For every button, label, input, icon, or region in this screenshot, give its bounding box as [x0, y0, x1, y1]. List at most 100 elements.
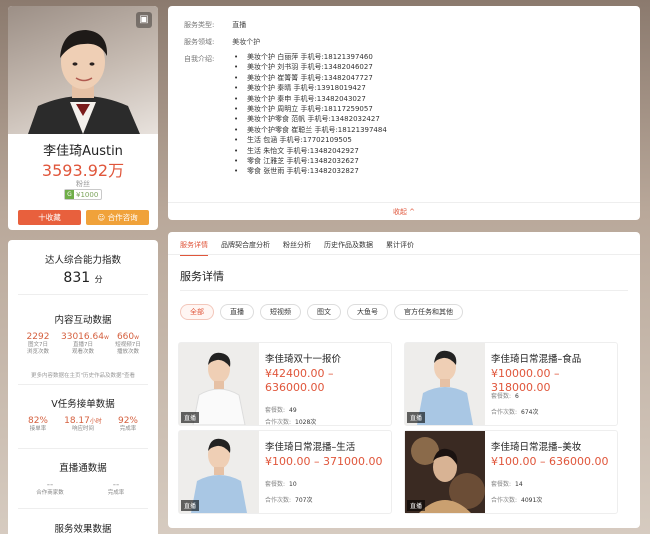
stat-value: --	[112, 480, 120, 490]
fans-label: 粉丝	[76, 180, 90, 188]
service-type-value: 直播	[232, 21, 247, 29]
package-price: ¥100.00 – 636000.00	[491, 455, 609, 468]
stat-cell: -- 合作商家数	[28, 480, 72, 497]
profile-photo: ▣	[8, 6, 158, 134]
divider	[18, 294, 148, 295]
intro-list: 美妆个护 白丽萍 手机号:18121397460 美妆个护 刘书羽 手机号:13…	[232, 52, 387, 177]
divider	[18, 384, 148, 385]
stat-value: 2292	[26, 332, 50, 342]
package-title: 李佳琦日常混播–食品	[491, 354, 582, 365]
package-tag: 直播	[407, 500, 426, 511]
favorite-button[interactable]: 十收藏	[18, 210, 81, 225]
stat-label: 合作商家数	[36, 490, 64, 496]
stat-cell: 660w 短视频7日 播放次数	[106, 332, 150, 356]
stat-cell: 33016.64w 直播7日 观看次数	[61, 332, 109, 355]
package-thumbnail: 直播	[405, 343, 485, 425]
package-tag: 直播	[181, 412, 200, 423]
package-meal: 套餐数: 10	[265, 481, 297, 488]
divider	[18, 448, 148, 449]
profile-card: ▣ 李佳琦Austin 3593.92万 粉丝 G ¥1000 十收藏 ☺ 合作…	[8, 6, 158, 230]
fans-count: 3593.92万	[41, 161, 125, 180]
package-title: 李佳琦日常混播–生活	[265, 442, 356, 453]
package-meal: 套餐数: 6	[491, 393, 519, 400]
stat-cell: 2292 图文7日 浏览次数	[16, 332, 60, 356]
interaction-title: 内容互动数据	[54, 315, 112, 326]
package-coop: 合作次数: 707次	[265, 497, 313, 504]
intro-item: 美妆个护 刘书羽 手机号:13482046027	[232, 62, 387, 72]
intro-label: 自我介绍:	[184, 55, 215, 63]
filter-dayu[interactable]: 大鱼号	[347, 304, 388, 320]
coop-consult-button[interactable]: ☺ 合作咨询	[86, 210, 149, 225]
intro-item: 美妆个护 崔箐箐 手机号:13482047727	[232, 73, 387, 83]
intro-item: 美妆个护零食 范帆 手机号:13482032427	[232, 114, 387, 124]
divider	[168, 254, 640, 255]
coop-button-label: 合作咨询	[107, 213, 138, 222]
collapse-button[interactable]: 收起 ^	[168, 202, 640, 217]
share-icon[interactable]: ▣	[136, 12, 152, 28]
stats-panel: 达人综合能力指数 831 分 内容互动数据 2292 图文7日 浏览次数 330…	[8, 240, 158, 534]
service-type-row: 服务类型: 直播	[184, 20, 246, 30]
price-badge-value: ¥1000	[76, 190, 99, 199]
package-thumbnail: 直播	[405, 431, 485, 513]
package-card[interactable]: 直播 李佳琦双十一报价 ¥42400.00 – 636000.00 套餐数: 49…	[178, 342, 392, 426]
stat-label: 浏览次数	[26, 349, 49, 355]
filter-all[interactable]: 全部	[180, 304, 214, 320]
stat-cell: 92% 完成率	[106, 416, 150, 433]
service-field-label: 服务领域:	[184, 38, 215, 46]
intro-item: 零食 江雅芝 手机号:13482032627	[232, 156, 387, 166]
intro-item: 美妆个护 秦申 手机号:13482043027	[232, 94, 387, 104]
interaction-note: 更多内容数据在主页"历史作品及数据"查看	[30, 373, 136, 379]
stat-value: 33016.64	[61, 332, 104, 342]
price-badge: G ¥1000	[64, 189, 102, 200]
intro-item: 美妆个护 白丽萍 手机号:18121397460	[232, 52, 387, 62]
stat-label: 观看次数	[71, 349, 94, 355]
task-stats: 82% 接单率 18.17小时 响应时间 92% 完成率	[16, 416, 150, 433]
filter-official[interactable]: 官方任务和其他	[394, 304, 463, 320]
ability-title: 达人综合能力指数	[44, 255, 121, 266]
stat-value: --	[46, 480, 54, 490]
package-meal: 套餐数: 49	[265, 407, 297, 414]
package-price: ¥100.00 – 371000.00	[265, 455, 383, 468]
info-card: 服务类型: 直播 服务领域: 美妆个护 自我介绍: 美妆个护 白丽萍 手机号:1…	[168, 6, 640, 220]
section-title: 服务详情	[180, 270, 224, 283]
stat-label: 图文7日	[28, 342, 48, 348]
package-tag: 直播	[407, 412, 426, 423]
package-coop: 合作次数: 1028次	[265, 419, 317, 426]
intro-item: 美妆个护零食 崔聪兰 手机号:18121397484	[232, 125, 387, 135]
stat-label: 接单率	[29, 426, 47, 432]
package-card[interactable]: 直播 李佳琦日常混播–食品 ¥10000.00 – 318000.00 套餐数:…	[404, 342, 618, 426]
stat-value: 660	[116, 332, 135, 342]
filter-live[interactable]: 直播	[220, 304, 254, 320]
service-field-value: 美妆个护	[232, 38, 261, 46]
service-field-row: 服务领域: 美妆个护	[184, 37, 260, 47]
filter-short-video[interactable]: 短视频	[260, 304, 301, 320]
stat-label: 完成率	[119, 426, 137, 432]
interaction-stats: 2292 图文7日 浏览次数 33016.64w 直播7日 观看次数 660w …	[16, 332, 150, 356]
live-title: 直播通数据	[59, 463, 107, 474]
stat-value: 18.17	[64, 416, 90, 426]
ability-score: 831	[63, 270, 91, 286]
stat-cell: -- 完成率	[94, 480, 138, 497]
filter-image-text[interactable]: 图文	[307, 304, 341, 320]
intro-item: 生活 朱怡文 手机号:13482042927	[232, 146, 387, 156]
live-stats: -- 合作商家数 -- 完成率	[28, 480, 138, 497]
intro-item: 美妆个护 周明立 手机号:18117259057	[232, 104, 387, 114]
filter-chips: 全部 直播 短视频 图文 大鱼号 官方任务和其他	[180, 304, 469, 320]
stat-value: 92%	[117, 416, 138, 426]
divider	[18, 508, 148, 509]
package-thumbnail: 直播	[179, 431, 259, 513]
package-coop: 合作次数: 674次	[491, 409, 539, 416]
service-type-label: 服务类型:	[184, 21, 215, 29]
intro-item: 美妆个护 秦晴 手机号:13918019427	[232, 83, 387, 93]
package-coop: 合作次数: 4091次	[491, 497, 543, 504]
ability-unit: 分	[94, 275, 103, 284]
package-tag: 直播	[181, 500, 200, 511]
task-title: V任务接单数据	[51, 399, 115, 410]
package-card[interactable]: 直播 李佳琦日常混播–生活 ¥100.00 – 371000.00 套餐数: 10…	[178, 430, 392, 514]
effect-title: 服务效果数据	[54, 524, 112, 534]
stat-label: 短视频7日	[115, 342, 141, 348]
detail-card: 服务详情 品牌契合度分析 粉丝分析 历史作品及数据 累计评价 服务详情 全部 直…	[168, 232, 640, 528]
stat-label: 直播7日	[73, 342, 93, 348]
package-card[interactable]: 直播 李佳琦日常混播–美妆 ¥100.00 – 636000.00 套餐数: 14…	[404, 430, 618, 514]
intro-item: 零食 张世雨 手机号:13482032827	[232, 166, 387, 176]
